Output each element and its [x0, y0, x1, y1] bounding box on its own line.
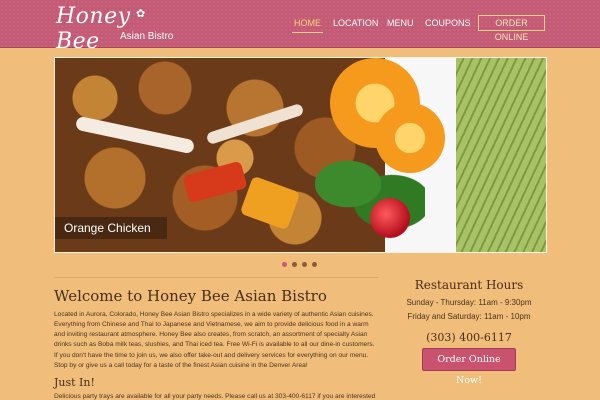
nav-order-online[interactable]: ORDER ONLINE	[478, 15, 545, 42]
slider-dot-1[interactable]	[282, 262, 287, 267]
nav-coupons[interactable]: COUPONS	[425, 14, 471, 32]
just-in-heading: Just In!	[54, 376, 95, 389]
welcome-heading: Welcome to Honey Bee Asian Bistro	[54, 287, 327, 305]
hours-weekday: Sunday - Thursday: 11am - 9:30pm	[406, 298, 532, 307]
phone-number[interactable]: (303) 400-6117	[400, 331, 538, 344]
slider-dot-3[interactable]	[302, 262, 307, 267]
nav-location[interactable]: LOCATION	[333, 14, 378, 32]
slide-caption: Orange Chicken	[55, 217, 167, 239]
intro-paragraph: Located in Aurora, Colorado, Honey Bee A…	[54, 311, 375, 348]
slider-dot-2[interactable]	[292, 262, 297, 267]
bamboo-mat-image	[456, 58, 546, 252]
slider-dots	[282, 262, 322, 268]
hero-slider[interactable]: Orange Chicken	[54, 57, 547, 253]
slider-dot-4[interactable]	[312, 262, 317, 267]
takeout-paragraph: If you don't have the time to join us, w…	[54, 352, 369, 369]
section-divider	[54, 277, 379, 278]
nav-menu[interactable]: MENU	[387, 14, 414, 32]
hours-weekend: Friday and Saturday: 11am - 10pm	[407, 312, 531, 321]
nav-home[interactable]: HOME	[292, 14, 323, 33]
cherry-garnish	[370, 198, 410, 238]
order-online-button[interactable]: Order Online Now!	[422, 348, 516, 386]
hours-heading: Restaurant Hours	[414, 278, 524, 292]
site-header: Honey Bee ✿ Asian Bistro HOME LOCATION M…	[0, 0, 600, 54]
party-trays-text: Delicious party trays are available for …	[54, 393, 376, 400]
main-nav: HOME LOCATION MENU COUPONS ORDER ONLINE	[0, 14, 600, 42]
